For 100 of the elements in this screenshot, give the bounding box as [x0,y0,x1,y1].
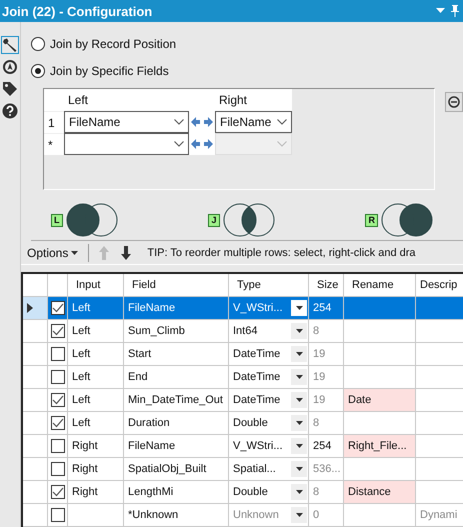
compass-icon[interactable] [1,58,19,76]
column-header: Type [237,279,261,291]
caret-icon [296,375,302,379]
table-row[interactable]: Left FileName V_WStri... 254 [23,297,463,320]
remove-button[interactable] [445,92,463,112]
table-cell: Left [72,325,90,337]
type-dropdown-button[interactable] [291,484,307,500]
column-header: Input [76,279,100,291]
column-header: Rename [352,279,394,291]
checkbox[interactable] [51,301,65,315]
anchor-badge: R [365,214,378,226]
table-row[interactable]: Right LengthMi Double 8 Distance [23,481,463,504]
pin-icon[interactable] [451,5,459,17]
checkbox[interactable] [51,324,65,338]
inner-join-icon[interactable] [222,203,274,237]
table-cell: Dynami [420,509,458,521]
table-cell: Duration [128,417,170,429]
checkbox[interactable] [51,439,65,453]
table-cell: Left [72,394,90,406]
table-row[interactable]: Right FileName V_WStri... 254 Right_File... [23,435,463,458]
table-cell: End [128,371,148,383]
dropdown-icon[interactable] [436,8,445,14]
radio-option[interactable]: Join by Record Position [31,34,463,54]
radio-option[interactable]: Join by Specific Fields [31,61,463,81]
table-cell: Left [72,371,90,383]
chevron-icon [277,141,287,147]
table-row[interactable]: Left Sum_Climb Int64 8 [23,320,463,343]
type-dropdown-button[interactable] [291,323,307,339]
table-cell: Right [72,463,98,475]
table-cell: 0 [313,509,320,521]
help-icon[interactable] [1,102,19,120]
type-value: DateTime [233,348,280,360]
table-row[interactable]: Right SpatialObj_Built Spatial... 536... [23,458,463,481]
caret-icon [296,513,302,517]
type-dropdown-button[interactable] [291,461,307,477]
left-join-icon[interactable] [66,203,118,237]
row-number: 1 [48,116,55,130]
type-value: Spatial... [233,463,276,475]
table-cell: 254 [313,302,332,314]
row-number: * [48,138,53,152]
caret-icon [296,490,302,494]
caret-icon [296,329,302,333]
options-dropdown[interactable]: Options [25,246,80,260]
type-value: DateTime [233,394,280,406]
right-field-dropdown[interactable]: FileName [215,111,292,133]
table-cell: Right [72,486,98,498]
type-dropdown-button[interactable] [291,438,307,454]
column-header: Size [317,279,338,291]
table-cell: Right [72,440,98,452]
checkbox[interactable] [51,485,65,499]
tag-icon[interactable] [1,80,19,98]
column-header: Field [132,279,156,291]
table-cell: Min_DateTime_Out [128,394,223,406]
checkbox[interactable] [51,393,65,407]
table-cell: FileName [128,302,176,314]
table-cell: Left [72,348,90,360]
table-row[interactable]: Left Min_DateTime_Out DateTime 19 Date [23,389,463,412]
table-cell: Start [128,348,152,360]
caret-icon [296,398,302,402]
current-row-icon [27,303,33,313]
wrench-icon[interactable] [1,36,19,54]
caret-icon [71,250,78,254]
table-cell: 536... [313,463,341,475]
down-arrow-icon[interactable] [121,246,132,260]
checkbox[interactable] [51,370,65,384]
type-value: V_WStri... [233,440,283,452]
caret-icon [296,352,302,356]
table-cell: Sum_Climb [128,325,185,337]
type-value: Double [233,417,268,429]
table-cell: 19 [313,394,326,406]
checkbox[interactable] [51,347,65,361]
swap-arrows-icon [191,117,213,127]
caret-icon [296,444,302,448]
type-dropdown-button[interactable] [291,346,307,362]
type-dropdown-button[interactable] [291,300,307,316]
type-dropdown-button[interactable] [291,369,307,385]
table-cell: *Unknown [128,509,178,521]
type-dropdown-button[interactable] [291,507,307,523]
table-row[interactable]: Left Duration Double 8 [23,412,463,435]
chevron-icon [174,141,184,147]
type-dropdown-button[interactable] [291,392,307,408]
type-value: DateTime [233,371,280,383]
caret-icon [296,306,302,310]
checkbox[interactable] [51,462,65,476]
table-row[interactable]: Left Start DateTime 19 [23,343,463,366]
type-value: Unknown [233,509,279,521]
right-join-icon[interactable] [380,203,433,237]
table-cell: Left [72,417,90,429]
type-dropdown-button[interactable] [291,415,307,431]
caret-icon [296,467,302,471]
rename-cell[interactable]: Date [348,394,372,406]
left-field-dropdown[interactable]: FileName [64,111,189,133]
checkbox[interactable] [51,416,65,430]
caret-icon [296,421,302,425]
left-field-dropdown[interactable] [64,133,189,155]
tip-text: TIP: To reorder multiple rows: select, right-click and dra [147,246,416,258]
table-row[interactable]: Left End DateTime 19 [23,366,463,389]
table-row[interactable]: *Unknown Unknown 0 Dynami [23,504,463,527]
window-title: Join (22) - Configuration [2,4,154,18]
checkbox[interactable] [51,508,65,522]
